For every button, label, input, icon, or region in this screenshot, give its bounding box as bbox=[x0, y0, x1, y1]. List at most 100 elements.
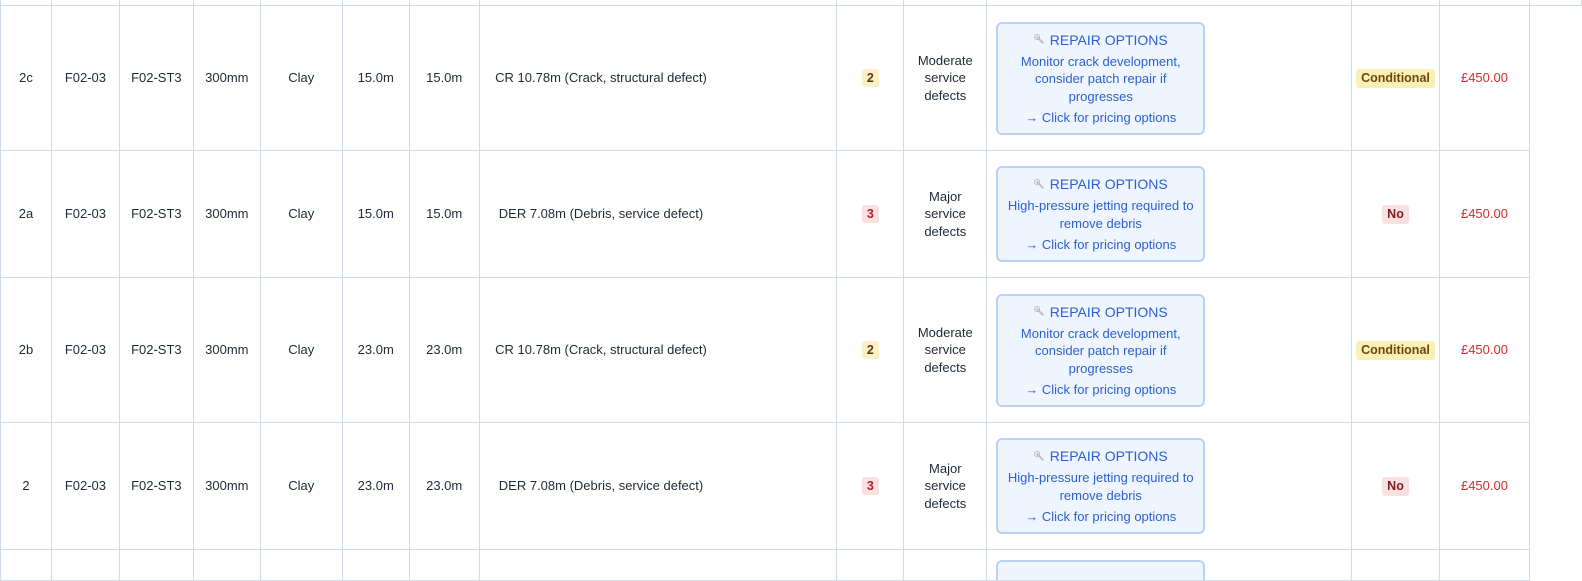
defects-cell: DER 7.08m (Debris, service defect) bbox=[478, 422, 838, 550]
category-line-2: service bbox=[924, 478, 966, 494]
wrench-icon bbox=[1033, 306, 1045, 317]
wrench-icon bbox=[1033, 178, 1045, 190]
repair-options-title-text: REPAIR OPTIONS bbox=[1049, 303, 1168, 320]
severity-badge: 3 bbox=[861, 205, 879, 223]
pricing-options-link[interactable]: → Click for pricing options bbox=[1006, 109, 1195, 127]
row-trailing-cell bbox=[1529, 423, 1581, 550]
adoptable-badge: Conditional bbox=[1356, 340, 1435, 360]
severity-badge: 2 bbox=[861, 341, 879, 359]
item-no-cell: 2b bbox=[0, 277, 52, 423]
adoptable-badge: Conditional bbox=[1356, 68, 1435, 88]
table-row: 2 F02-03 F02-ST3 300mm Clay 23.0m 23.0m … bbox=[0, 422, 1582, 550]
defects-text: DER 7.08m (Debris, service defect) bbox=[498, 478, 704, 494]
repair-options-cell: REPAIR OPTIONS Monitor crack development… bbox=[986, 277, 1353, 423]
category-line-1: Major bbox=[929, 188, 962, 204]
severity-cell: 2 bbox=[836, 5, 905, 151]
pipe-diameter-cell: 300mm bbox=[192, 422, 261, 550]
length-surveyed: 15.0m bbox=[426, 206, 463, 222]
table-row: 2a F02-03 F02-ST3 300mm Clay 15.0m 15.0m… bbox=[0, 150, 1582, 278]
category-line-3: defects bbox=[924, 359, 967, 375]
repair-options-cell: REPAIR OPTIONS Monitor crack development… bbox=[986, 5, 1353, 151]
item-no-cell: 2 bbox=[0, 422, 52, 550]
defects-cell: DER 7.08m (Debris, service defect) bbox=[478, 150, 838, 278]
repair-options-card[interactable]: REPAIR OPTIONS High-pressure jetting req… bbox=[996, 438, 1206, 534]
row-trailing-cell bbox=[1529, 278, 1581, 423]
pipe-material-cell: Clay bbox=[259, 277, 343, 423]
upstream-node-cell: F02-03 bbox=[50, 422, 120, 550]
pipe-diameter-cell: 300mm bbox=[192, 150, 261, 278]
repair-options-card[interactable]: REPAIR OPTIONS Monitor crack development… bbox=[996, 293, 1206, 407]
total-length-cell: 23.0m bbox=[341, 422, 410, 550]
length-surveyed: 15.0m bbox=[426, 70, 463, 86]
cost-cell: £450.00 bbox=[1439, 5, 1530, 151]
adoptable-cell: No bbox=[1351, 150, 1440, 278]
total-length: 23.0m bbox=[357, 478, 394, 494]
repair-options-title: REPAIR OPTIONS bbox=[1006, 31, 1195, 49]
pricing-options-link[interactable]: → Click for pricing options bbox=[1006, 508, 1195, 526]
cost-cell: £450.00 bbox=[1439, 150, 1530, 278]
repair-recommendation: Monitor crack development, consider patc… bbox=[1020, 325, 1181, 376]
length-surveyed-cell: 15.0m bbox=[408, 5, 480, 151]
pricing-options-link[interactable]: → Click for pricing options bbox=[1006, 236, 1195, 254]
length-surveyed-cell: 23.0m bbox=[408, 422, 480, 550]
pipe-material-cell: Clay bbox=[259, 422, 343, 550]
pipe-material: Clay bbox=[288, 206, 315, 222]
repair-options-title: REPAIR OPTIONS bbox=[1006, 303, 1195, 321]
category-line-3: defects bbox=[924, 87, 967, 103]
repair-options-title: REPAIR OPTIONS bbox=[1006, 447, 1195, 465]
sewer-report-table: 2c F02-03 F02-ST3 300mm Clay 15.0m 15.0m… bbox=[0, 0, 1582, 581]
downstream-node-cell: F02-ST3 bbox=[118, 150, 194, 278]
total-length-cell: 15.0m bbox=[341, 150, 410, 278]
pipe-material-cell: Clay bbox=[259, 150, 343, 278]
category-line-1: Moderate bbox=[917, 52, 973, 68]
item-no-cell: 2c bbox=[0, 5, 52, 151]
repair-options-title-text: REPAIR OPTIONS bbox=[1049, 448, 1168, 465]
adoptable-cell: Conditional bbox=[1351, 277, 1440, 423]
length-surveyed-cell: 23.0m bbox=[408, 277, 480, 423]
pipe-material: Clay bbox=[288, 478, 315, 494]
row-trailing-cell bbox=[1529, 151, 1581, 278]
cost-cell: £450.00 bbox=[1439, 422, 1530, 550]
downstream-node-cell: F02-ST3 bbox=[118, 422, 194, 550]
downstream-node: F02-ST3 bbox=[131, 342, 182, 358]
severity-cell: 3 bbox=[836, 422, 905, 550]
category-line-2: service bbox=[924, 206, 966, 222]
upstream-node: F02-03 bbox=[64, 478, 107, 494]
downstream-node: F02-ST3 bbox=[131, 70, 182, 86]
total-length-cell: 15.0m bbox=[341, 5, 410, 151]
severity-cell: 2 bbox=[836, 277, 905, 423]
total-length-cell: 23.0m bbox=[341, 277, 410, 423]
upstream-node-cell: F02-03 bbox=[50, 5, 120, 151]
length-surveyed: 23.0m bbox=[426, 478, 463, 494]
downstream-node-cell: F02-ST3 bbox=[118, 5, 194, 151]
pipe-material-cell: Clay bbox=[259, 5, 343, 151]
pipe-diameter: 300mm bbox=[205, 478, 249, 494]
total-length: 15.0m bbox=[357, 206, 394, 222]
repair-options-card[interactable] bbox=[996, 560, 1206, 580]
wrench-icon bbox=[1033, 450, 1045, 462]
adoptable-cell: No bbox=[1351, 422, 1440, 550]
repair-recommendation: High-pressure jetting required to remove… bbox=[1007, 470, 1194, 503]
upstream-node: F02-03 bbox=[64, 206, 107, 222]
repair-options-card[interactable]: REPAIR OPTIONS High-pressure jetting req… bbox=[996, 166, 1206, 262]
repair-options-card[interactable]: REPAIR OPTIONS Monitor crack development… bbox=[996, 21, 1206, 135]
defects-text: DER 7.08m (Debris, service defect) bbox=[498, 206, 704, 222]
category-cell: Moderate service defects bbox=[903, 277, 988, 423]
repair-options-cell: REPAIR OPTIONS High-pressure jetting req… bbox=[986, 150, 1353, 278]
defects-text: CR 10.78m (Crack, structural defect) bbox=[495, 342, 707, 358]
length-surveyed-cell: 15.0m bbox=[408, 150, 480, 278]
pipe-material: Clay bbox=[288, 342, 315, 358]
pricing-options-link[interactable]: → Click for pricing options bbox=[1006, 381, 1195, 399]
item-no: 2b bbox=[18, 342, 34, 358]
repair-options-title: REPAIR OPTIONS bbox=[1006, 175, 1195, 193]
defects-cell: CR 10.78m (Crack, structural defect) bbox=[478, 5, 838, 151]
table-row: 2c F02-03 F02-ST3 300mm Clay 15.0m 15.0m… bbox=[0, 5, 1582, 151]
downstream-node: F02-ST3 bbox=[131, 206, 182, 222]
repair-recommendation: High-pressure jetting required to remove… bbox=[1007, 198, 1194, 231]
pipe-diameter-cell: 300mm bbox=[192, 277, 261, 423]
pipe-diameter: 300mm bbox=[205, 342, 249, 358]
wrench-icon bbox=[1033, 34, 1045, 45]
severity-badge: 2 bbox=[861, 69, 879, 87]
row-trailing-cell bbox=[1529, 6, 1581, 151]
pipe-diameter: 300mm bbox=[205, 70, 249, 86]
